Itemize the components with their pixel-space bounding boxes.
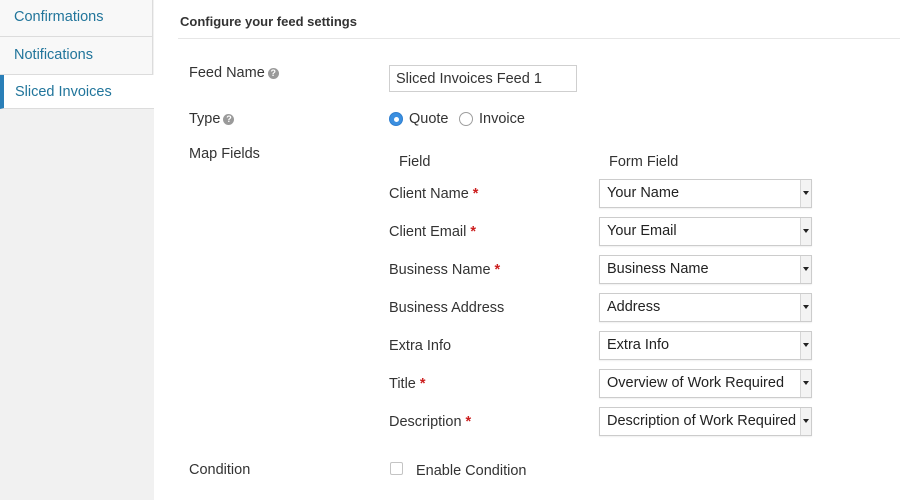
panel-title: Configure your feed settings [180,14,357,29]
select-value: Your Name [607,185,680,201]
panel-header: Configure your feed settings [178,0,900,39]
field-label-client-name: Client Name * [389,186,478,202]
field-label-text: Client Name [389,186,469,202]
select-description[interactable]: Description of Work Required [599,407,812,436]
select-value: Overview of Work Required [607,375,785,391]
required-marker: * [470,224,477,240]
select-business-name[interactable]: Business Name [599,255,812,284]
feed-name-label: Feed Name? [189,65,279,81]
select-client-name[interactable]: Your Name [599,179,812,208]
required-marker: * [494,262,501,278]
field-label-business-name: Business Name * [389,262,500,278]
field-label-business-address: Business Address [389,300,504,316]
field-label-text: Description [389,414,462,430]
chevron-down-icon[interactable] [800,332,811,359]
enable-condition-label[interactable]: Enable Condition [416,463,526,479]
field-label-text: Title [389,376,416,392]
sidebar-item-confirmations[interactable]: Confirmations [0,0,153,37]
map-fields-label: Map Fields [189,146,260,162]
field-label-client-email: Client Email * [389,224,476,240]
radio-quote[interactable] [389,112,403,126]
radio-quote-label[interactable]: Quote [409,111,449,127]
select-value: Your Email [607,223,677,239]
sidebar-item-sliced-invoices[interactable]: Sliced Invoices [0,75,154,109]
select-value: Extra Info [607,337,670,353]
column-header-form-field: Form Field [609,154,679,170]
required-marker: * [472,186,479,202]
field-label-title: Title * [389,376,426,392]
help-icon[interactable]: ? [223,114,235,125]
enable-condition-checkbox[interactable] [390,462,403,475]
condition-label: Condition [189,462,251,478]
chevron-down-icon[interactable] [800,294,811,321]
sidebar: Confirmations Notifications Sliced Invoi… [0,0,154,500]
chevron-down-icon[interactable] [800,370,811,397]
field-label-text: Business Name [389,262,491,278]
chevron-down-icon[interactable] [800,180,811,207]
select-value: Business Name [607,261,709,277]
feed-name-label-text: Feed Name [189,65,265,81]
select-extra-info[interactable]: Extra Info [599,331,812,360]
sidebar-item-notifications[interactable]: Notifications [0,37,153,75]
type-label: Type? [189,111,235,127]
chevron-down-icon[interactable] [800,256,811,283]
help-icon[interactable]: ? [267,68,279,79]
select-value: Address [607,299,661,315]
select-client-email[interactable]: Your Email [599,217,812,246]
chevron-down-icon[interactable] [800,408,811,435]
feed-name-input[interactable] [389,65,577,92]
type-label-text: Type [189,111,221,127]
field-label-extra-info: Extra Info [389,338,451,354]
required-marker: * [465,414,472,430]
field-label-text: Extra Info [389,338,452,354]
column-header-field: Field [399,154,431,170]
select-title[interactable]: Overview of Work Required [599,369,812,398]
radio-invoice[interactable] [459,112,473,126]
radio-invoice-label[interactable]: Invoice [479,111,525,127]
feed-settings-panel: Configure your feed settings Feed Name? … [154,0,900,500]
select-value: Description of Work Required [607,413,797,429]
field-label-text: Client Email [389,224,467,240]
chevron-down-icon[interactable] [800,218,811,245]
field-label-text: Business Address [389,300,505,316]
select-business-address[interactable]: Address [599,293,812,322]
field-label-description: Description * [389,414,471,430]
required-marker: * [419,376,426,392]
